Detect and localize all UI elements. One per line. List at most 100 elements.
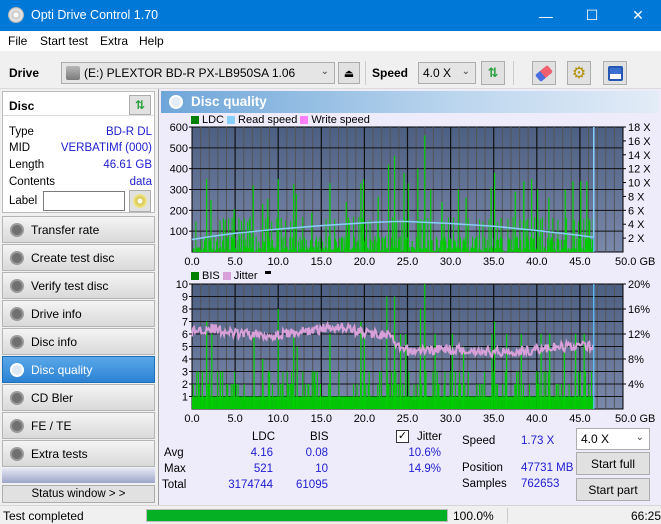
y2-tick-label: 8%: [628, 354, 644, 366]
y2-tick-label: 12%: [628, 329, 650, 341]
drive-select-value: (E:) PLEXTOR BD-R PX-LB950SA 1.06: [84, 66, 296, 80]
y-tick-label: 100: [170, 226, 188, 238]
y2-tick-label: 16 X: [628, 136, 651, 148]
status-separator: [507, 508, 508, 523]
y-tick-label: 300: [170, 185, 188, 197]
menu-help[interactable]: Help: [139, 34, 164, 48]
y-tick-label: 10: [176, 279, 188, 291]
disc-info-panel: Disc ⇅ Type BD-R DL MID VERBATIMf (000) Le…: [2, 91, 155, 213]
title-bar: Opti Drive Control 1.70 — ☐ ✕: [0, 0, 661, 31]
status-bar: Test completed 100.0% 66:25: [0, 505, 661, 524]
speed-select-value: 4.0 X: [423, 66, 452, 80]
progress-bar-fill: [147, 510, 447, 521]
nav-disc-quality[interactable]: Disc quality: [2, 356, 155, 383]
menu-extra[interactable]: Extra: [100, 34, 128, 48]
chevron-down-icon: ⌄: [320, 66, 329, 77]
disc-quality-icon: [10, 363, 24, 377]
y-tick-label: 7: [182, 317, 188, 329]
y2-tick-label: 8 X: [628, 191, 645, 203]
menu-file[interactable]: File: [8, 34, 27, 48]
x-tick-label: 15.0: [311, 413, 332, 425]
nav-verify-test-disc[interactable]: Verify test disc: [2, 272, 155, 299]
y2-tick-label: 2 X: [628, 233, 645, 245]
verify-disc-icon: [10, 279, 24, 293]
y2-tick-label: 4 X: [628, 219, 645, 231]
chevron-down-icon: ⌄: [461, 66, 470, 77]
settings-icon: ⚙: [571, 65, 587, 82]
menu-start-test[interactable]: Start test: [40, 34, 88, 48]
y-tick-label: 400: [170, 164, 188, 176]
eject-icon: ⏏: [343, 67, 355, 80]
ldc-max-value: 521: [253, 463, 273, 475]
y-tick-label: 4: [182, 354, 188, 366]
position-value: 47731 MB: [521, 462, 574, 474]
jitter-avg-value: 10.6%: [408, 447, 441, 459]
disc-length-key: Length: [9, 159, 45, 171]
disc-refresh-button[interactable]: ⇅: [129, 95, 151, 115]
nav-spacer: [2, 468, 155, 483]
x-tick-label: 30.0: [440, 413, 461, 425]
nav-label: Drive info: [31, 306, 82, 321]
nav-transfer-rate[interactable]: Transfer rate: [2, 216, 155, 243]
ldc-total-value: 3174744: [228, 479, 273, 491]
refresh-button[interactable]: ⇅: [481, 61, 505, 85]
speed-select[interactable]: 4.0 X ⌄: [418, 62, 476, 84]
x-tick-label: 50.0 GB: [615, 413, 655, 425]
nav-cd-bler[interactable]: CD Bler: [2, 384, 155, 411]
minimize-button[interactable]: —: [523, 0, 569, 31]
drive-icon: [66, 66, 80, 80]
x-tick-label: 35.0: [483, 413, 504, 425]
test-speed-select-value: 4.0 X: [581, 432, 610, 446]
disc-mid-key: MID: [9, 142, 31, 154]
save-button[interactable]: [603, 61, 627, 85]
progress-bar: [146, 509, 448, 522]
speed-label: Speed: [372, 66, 409, 80]
window-title: Opti Drive Control 1.70: [31, 8, 159, 22]
ldc-avg-value: 4.16: [250, 447, 273, 459]
x-tick-label: 10.0: [267, 413, 288, 425]
save-icon: [607, 65, 623, 81]
test-speed-select[interactable]: 4.0 X ⌄: [576, 428, 650, 450]
start-full-button[interactable]: Start full: [576, 452, 650, 475]
nav-disc-info[interactable]: Disc info: [2, 328, 155, 355]
settings-button[interactable]: ⚙: [567, 61, 591, 85]
refresh-icon: ⇅: [487, 65, 499, 80]
jitter-column-header: Jitter: [417, 431, 442, 443]
eject-button[interactable]: ⏏: [338, 62, 360, 84]
nav-fe-te[interactable]: FE / TE: [2, 412, 155, 439]
y-tick-label: 600: [170, 122, 188, 134]
nav-create-test-disc[interactable]: Create test disc: [2, 244, 155, 271]
chevron-down-icon: ⌄: [635, 432, 644, 443]
transfer-rate-icon: [10, 223, 24, 237]
speed-stat-value: 1.73 X: [521, 435, 555, 447]
drive-select[interactable]: (E:) PLEXTOR BD-R PX-LB950SA 1.06 ⌄: [61, 62, 335, 84]
ldc-column-header: LDC: [252, 431, 276, 443]
fe-te-icon: [10, 419, 24, 433]
erase-button[interactable]: [532, 61, 556, 85]
start-part-button[interactable]: Start part: [576, 478, 650, 501]
y-tick-label: 200: [170, 205, 188, 217]
menu-bar: File Start test Extra Help: [0, 31, 661, 51]
status-window-button[interactable]: Status window > >: [2, 485, 155, 503]
refresh-icon: ⇅: [134, 98, 146, 112]
disc-label-input[interactable]: [43, 191, 125, 211]
toolbar-separator: [513, 61, 514, 85]
total-label: Total: [162, 479, 187, 491]
y-tick-label: 6: [182, 329, 188, 341]
drive-label: Drive: [9, 66, 40, 80]
disc-length-row: Length 46.61 GB: [9, 159, 152, 171]
jitter-checkbox[interactable]: ✓: [396, 430, 409, 443]
disc-label-button[interactable]: [129, 190, 151, 212]
maximize-button[interactable]: ☐: [569, 0, 615, 31]
max-label: Max: [164, 463, 186, 475]
bis-avg-value: 0.08: [305, 447, 328, 459]
disc-label-key: Label: [9, 195, 38, 207]
nav-drive-info[interactable]: Drive info: [2, 300, 155, 327]
nav-label: CD Bler: [31, 390, 74, 405]
y2-tick-label: 10 X: [628, 178, 651, 190]
ldc-chart: 100 200 300 400 500 600 2 X 4 X 6 X 8 X10 X 12 X 14…: [170, 122, 656, 268]
close-button[interactable]: ✕: [615, 0, 661, 31]
nav-extra-tests[interactable]: Extra tests: [2, 440, 155, 467]
y2-tick-label: 4%: [628, 379, 644, 391]
jitter-max-value: 14.9%: [408, 463, 441, 475]
